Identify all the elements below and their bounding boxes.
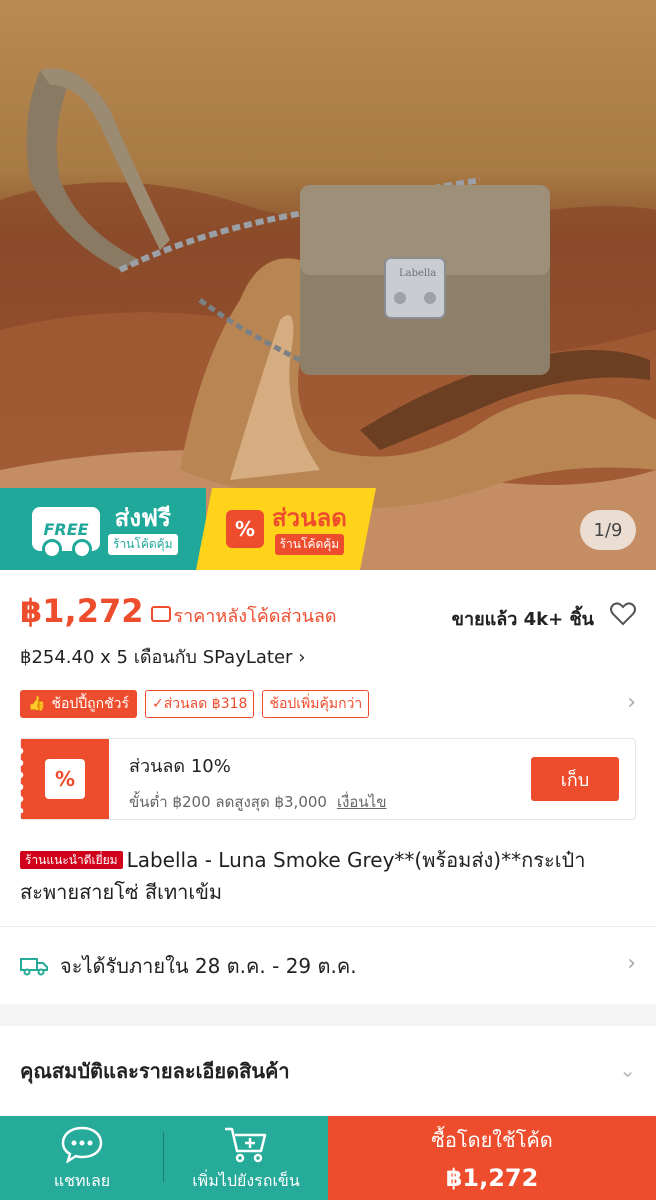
free-shipping-subtitle: ร้านโค้ดคุ้ม [108,533,178,555]
discount-badge: ✓ส่วนลด ฿318 [144,690,255,718]
discount-title: ส่วนลด [272,503,347,532]
buy-label: ซื้อโดยใช้โค้ด [431,1128,553,1152]
promo-banner: FREE ส่งฟรี ร้านโค้ดคุ้ม % ส่วนลด ร้านโค… [0,488,386,570]
shop-voucher: % ส่วนลด 10% ขั้นต่ำ ฿200 ลดสูงสุด ฿3,00… [20,738,636,820]
product-title: ร้านแนะนำดีเยี่ยม Labella - Luna Smoke Gr… [20,848,586,904]
shop-discount-icon: % [226,510,264,548]
buy-with-voucher-button[interactable]: ซื้อโดยใช้โค้ด ฿1,272 [328,1116,656,1200]
price-row: ฿1,272 ราคาหลังโค้ดส่วนลด [20,592,337,630]
chevron-right-icon: › [298,647,306,668]
voucher-terms-link[interactable]: เงื่อนไข [337,793,387,811]
add-to-cart-label: เพิ่มไปยังรถเข็น [192,1171,300,1190]
delivery-estimate[interactable]: จะได้รับภายใน 28 ต.ค. - 29 ต.ค. › [0,926,656,1004]
chat-label: แชทเลย [53,1171,111,1190]
chevron-right-icon: › [627,951,636,976]
chat-icon [61,1126,103,1163]
voucher-badge: % [20,739,109,819]
badge-row[interactable]: 👍 ช้อปปี้ถูกชัวร์ ✓ส่วนลด ฿318 ช้อปเพิ่มค… [20,690,370,718]
shop-discount-icon: % [45,759,85,799]
collect-voucher-button[interactable]: เก็บ [531,757,619,801]
truck-icon [20,957,48,975]
buy-price: ฿1,272 [445,1164,539,1192]
bottom-action-bar: แชทเลย เพิ่มไปยังรถเข็น ซื้อโดยใช้โค้ด ฿… [0,1116,656,1200]
spaylater-installment[interactable]: ฿254.40 x 5 เดือนกับ SPayLater › [20,642,305,671]
thumbs-up-icon: 👍 [28,696,46,712]
price-note: ราคาหลังโค้ดส่วนลด [151,601,337,630]
discount-subtitle: ร้านโค้ดคุ้ม [275,534,345,555]
shop-more-badge: ช้อปเพิ่มคุ้มกว่า [262,690,370,718]
product-info-card: ฿1,272 ราคาหลังโค้ดส่วนลด ขายแล้ว 4k+ ชิ… [0,570,656,1004]
delivery-text: จะได้รับภายใน 28 ต.ค. - 29 ต.ค. [60,953,357,978]
coupon-icon [151,606,172,622]
free-shipping-promo: FREE ส่งฟรี ร้านโค้ดคุ้ม [0,488,206,570]
product-price: ฿1,272 [20,592,144,630]
sold-count: ขายแล้ว 4k+ ชิ้น [451,609,594,630]
product-photo: Labella [0,68,656,570]
truck-icon: FREE [32,507,100,559]
svg-text:Labella: Labella [399,268,436,279]
cart-add-icon [225,1127,267,1163]
recommended-shop-tag: ร้านแนะนำดีเยี่ยม [20,851,123,869]
free-shipping-title: ส่งฟรี [114,503,171,532]
image-counter: 1/9 [580,510,636,550]
heart-icon[interactable] [610,602,636,626]
guarantee-badge: 👍 ช้อปปี้ถูกชัวร์ [20,690,137,718]
product-image-gallery[interactable]: Labella FREE ส่งฟรี ร้านโค้ดคุ้ม % ส่วนล… [0,0,656,570]
chat-button[interactable]: แชทเลย [0,1116,164,1200]
chevron-down-icon: ⌄ [619,1058,636,1082]
discount-promo: % ส่วนลด ร้านโค้ดคุ้ม [196,488,376,570]
product-spec-section[interactable]: คุณสมบัติและรายละเอียดสินค้า ⌄ [0,1026,656,1116]
chevron-right-icon[interactable]: › [627,690,636,715]
spec-title: คุณสมบัติและรายละเอียดสินค้า [20,1059,290,1083]
add-to-cart-button[interactable]: เพิ่มไปยังรถเข็น [164,1116,328,1200]
